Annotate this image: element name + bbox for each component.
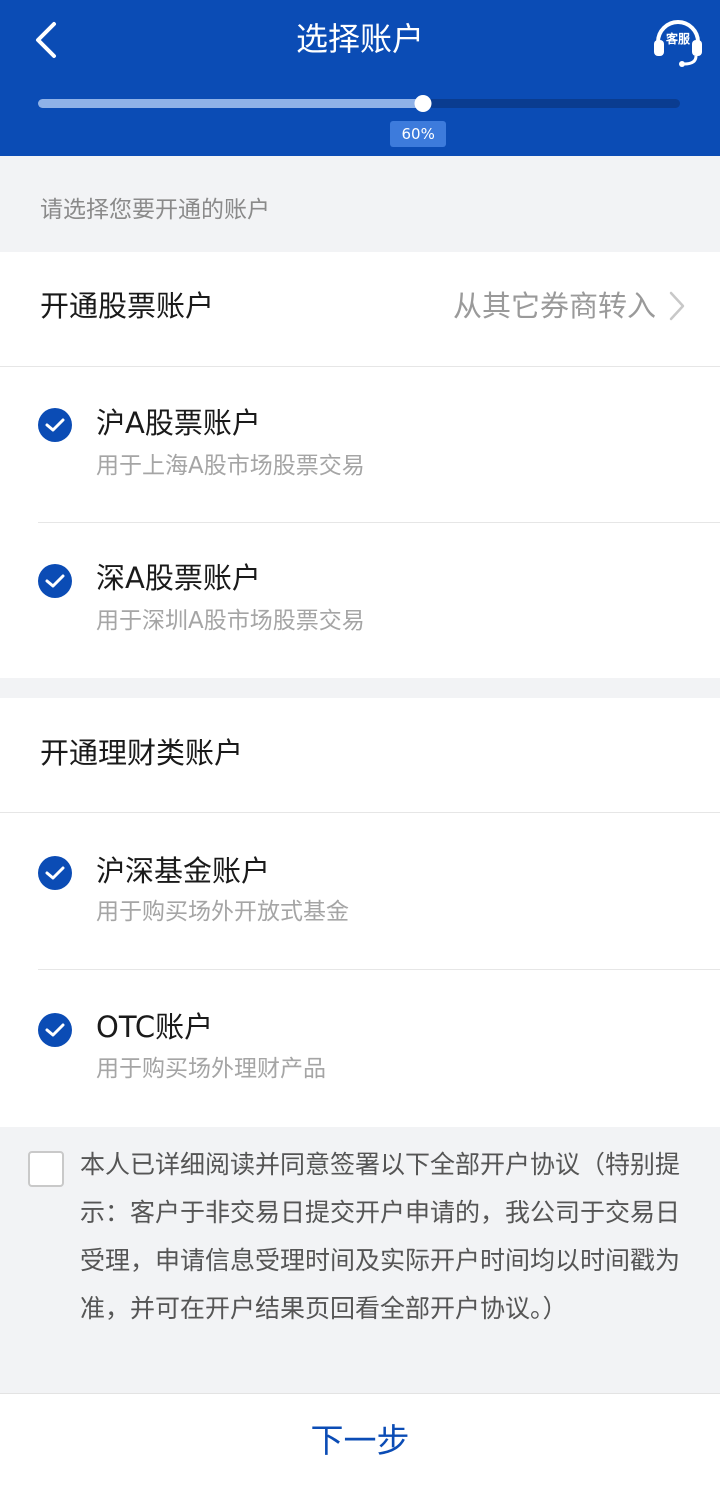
next-step-button[interactable]: 下一步 <box>0 1394 720 1486</box>
checked-icon[interactable] <box>38 856 72 890</box>
page-title: 选择账户 <box>295 20 424 58</box>
progress-fill <box>38 99 424 108</box>
checked-icon[interactable] <box>38 564 72 598</box>
customer-service-button[interactable]: 客服 <box>650 12 706 68</box>
divider <box>0 812 720 813</box>
account-desc: 用于购买场外开放式基金 <box>96 899 349 925</box>
transfer-from-other-broker-link[interactable]: 从其它券商转入 <box>453 286 686 326</box>
account-row-sh-a[interactable]: 沪A股票账户 用于上海A股市场股票交易 <box>0 368 720 498</box>
footer-bar: 下一步 <box>0 1393 720 1486</box>
divider <box>0 366 720 367</box>
header-bar: 选择账户 客服 60% <box>0 0 720 156</box>
account-row-otc[interactable]: OTC账户 用于购买场外理财产品 <box>0 971 720 1101</box>
customer-service-label: 客服 <box>665 31 691 46</box>
stock-section-title: 开通股票账户 <box>40 289 215 323</box>
account-row-sz-a[interactable]: 深A股票账户 用于深圳A股市场股票交易 <box>0 524 720 654</box>
divider <box>38 969 720 970</box>
divider <box>38 522 720 523</box>
progress-knob <box>414 95 432 112</box>
account-name: 深A股票账户 <box>96 561 261 595</box>
checked-icon[interactable] <box>38 408 72 442</box>
account-desc: 用于深圳A股市场股票交易 <box>96 608 365 634</box>
account-name: OTC账户 <box>96 1010 214 1044</box>
agreement-text: 本人已详细阅读并同意签署以下全部开户协议（特别提示：客户于非交易日提交开户申请的… <box>80 1150 681 1323</box>
account-row-fund[interactable]: 沪深基金账户 用于购买场外开放式基金 <box>0 814 720 944</box>
account-desc: 用于购买场外理财产品 <box>96 1056 326 1082</box>
transfer-link-label: 从其它券商转入 <box>452 289 656 323</box>
chevron-right-icon <box>669 291 685 321</box>
account-name: 沪深基金账户 <box>96 854 271 888</box>
agreement-checkbox[interactable] <box>28 1151 64 1187</box>
progress-percent-label: 60% <box>390 121 447 147</box>
section-hint: 请选择您要开通的账户 <box>40 197 270 223</box>
account-name: 沪A股票账户 <box>96 406 261 440</box>
headset-icon: 客服 <box>654 20 702 67</box>
account-desc: 用于上海A股市场股票交易 <box>96 453 365 479</box>
agreement-area: 本人已详细阅读并同意签署以下全部开户协议（特别提示：客户于非交易日提交开户申请的… <box>0 1127 720 1393</box>
checked-icon[interactable] <box>38 1013 72 1047</box>
finance-section-title: 开通理财类账户 <box>40 736 244 770</box>
